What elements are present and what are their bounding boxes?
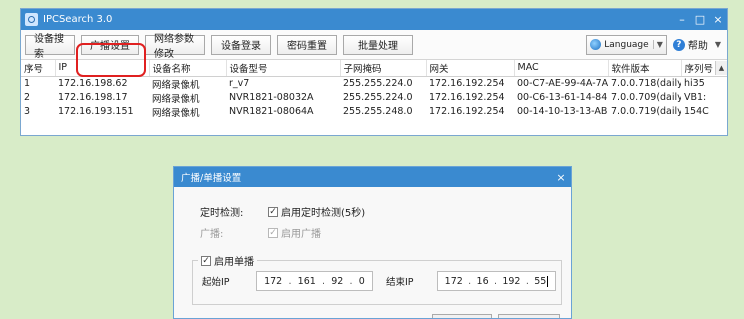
help-icon: ? xyxy=(672,38,685,51)
cell: 3 xyxy=(24,106,31,117)
table-row[interactable]: 3 172.16.193.151 网络录像机 NVR1821-08064A 25… xyxy=(21,105,727,119)
table-row[interactable]: 2 172.16.198.17 网络录像机 NVR1821-08032A 255… xyxy=(21,91,727,105)
window-title: IPCSearch 3.0 xyxy=(43,14,113,25)
chevron-down-icon: ▼ xyxy=(714,40,721,49)
cell: 网络录像机 xyxy=(152,107,200,119)
start-ip-octet-3: 92 xyxy=(331,275,344,287)
cell: 7.0.0.718(daily) xyxy=(611,78,681,89)
start-ip-octet-4: 0 xyxy=(358,275,365,287)
broadcast-label: 广播: xyxy=(200,229,224,240)
cell: NVR1821-08032A xyxy=(229,92,314,103)
device-login-button[interactable]: 设备登录 xyxy=(211,34,271,55)
start-ip-octet-1: 172 xyxy=(264,275,283,287)
start-ip-label: 起始IP xyxy=(202,277,230,288)
start-ip-field[interactable]: 172. 161. 92. 0 xyxy=(256,271,373,291)
column-header[interactable]: 设备型号 xyxy=(226,60,341,77)
dialog-close-button[interactable]: × xyxy=(551,171,571,184)
close-button[interactable]: × xyxy=(709,13,727,26)
table-header-row: 序号 IP 设备名称 设备型号 子网掩码 网关 MAC 软件版本 序列号 xyxy=(21,60,727,77)
toolbar: 设备搜索 广播设置 网络参数修改 设备登录 密码重置 批量处理 Language… xyxy=(21,30,727,60)
unicast-checkbox-label[interactable]: 启用单播 xyxy=(214,253,254,268)
end-ip-octet-3: 192 xyxy=(502,275,521,287)
help-label: 帮助 xyxy=(687,41,708,52)
column-header[interactable]: MAC xyxy=(514,60,609,77)
help-menu[interactable]: ? 帮助 ▼ xyxy=(672,37,721,52)
maximize-button[interactable]: □ xyxy=(691,13,709,26)
text-caret xyxy=(547,275,549,287)
cell: 1 xyxy=(24,78,31,89)
timer-label: 定时检测: xyxy=(200,208,244,219)
broadcast-checkbox-label: 启用广播 xyxy=(281,229,321,240)
cell: VB1: xyxy=(684,92,707,103)
cell: NVR1821-08064A xyxy=(229,106,314,117)
cell: r_v7 xyxy=(229,78,250,89)
cell: 255.255.224.0 xyxy=(343,78,413,89)
end-ip-octet-1: 172 xyxy=(444,275,463,287)
globe-icon xyxy=(590,39,602,50)
end-ip-field[interactable]: 172. 16. 192. 55 xyxy=(437,271,556,291)
cell: 7.0.0.719(daily) xyxy=(611,106,681,117)
cell: 2 xyxy=(24,92,31,103)
start-ip-octet-2: 161 xyxy=(297,275,316,287)
app-search-icon xyxy=(25,13,38,26)
cell: 网络录像机 xyxy=(152,79,200,91)
cell: 172.16.192.254 xyxy=(429,106,505,117)
cancel-button[interactable] xyxy=(498,314,560,318)
cell: 00-C7-AE-99-4A-7A xyxy=(517,78,608,89)
cell: 255.255.248.0 xyxy=(343,106,413,117)
unicast-legend[interactable]: ✓ 启用单播 xyxy=(198,253,257,268)
column-header[interactable]: IP xyxy=(55,60,150,77)
batch-process-button[interactable]: 批量处理 xyxy=(343,34,413,55)
dialog-title-bar: 广播/单播设置 × xyxy=(174,167,571,187)
column-header[interactable]: 设备名称 xyxy=(149,60,227,77)
cell: hi35 xyxy=(684,78,705,89)
cell: 172.16.192.254 xyxy=(429,92,505,103)
end-ip-label: 结束IP xyxy=(386,277,414,288)
cell: 172.16.193.151 xyxy=(58,106,134,117)
device-table: 序号 IP 设备名称 设备型号 子网掩码 网关 MAC 软件版本 序列号 1 1… xyxy=(21,60,727,119)
language-label: Language xyxy=(604,39,649,50)
ok-button[interactable] xyxy=(432,314,492,318)
broadcast-settings-button[interactable]: 广播设置 xyxy=(81,34,139,55)
cell: 网络录像机 xyxy=(152,93,200,105)
broadcast-dialog: 广播/单播设置 × 定时检测: ✓ 启用定时检测(5秒) 广播: ✓ 启用广播 … xyxy=(173,166,572,319)
timer-checkbox[interactable]: ✓ xyxy=(268,206,278,217)
scroll-up-arrow[interactable]: ▲ xyxy=(715,61,727,75)
cell: 255.255.224.0 xyxy=(343,92,413,103)
minimize-button[interactable]: – xyxy=(673,13,691,26)
title-bar: IPCSearch 3.0 – □ × xyxy=(21,9,727,30)
column-header[interactable]: 软件版本 xyxy=(608,60,682,77)
timer-checkbox-label[interactable]: 启用定时检测(5秒) xyxy=(281,204,365,219)
column-header[interactable]: 子网掩码 xyxy=(340,60,427,77)
unicast-checkbox[interactable]: ✓ xyxy=(201,255,211,266)
password-reset-button[interactable]: 密码重置 xyxy=(277,34,337,55)
column-header[interactable]: 序号 xyxy=(21,60,56,77)
language-select[interactable]: Language ▼ xyxy=(586,34,667,55)
chevron-down-icon: ▼ xyxy=(652,40,663,49)
cell: 172.16.192.254 xyxy=(429,78,505,89)
column-header[interactable]: 网关 xyxy=(426,60,515,77)
cell: 172.16.198.17 xyxy=(58,92,128,103)
cell: 154C xyxy=(684,106,709,117)
cell: 172.16.198.62 xyxy=(58,78,128,89)
network-params-button[interactable]: 网络参数修改 xyxy=(145,34,205,60)
main-window: IPCSearch 3.0 – □ × 设备搜索 广播设置 网络参数修改 设备登… xyxy=(20,8,728,136)
cell: 7.0.0.709(daily) xyxy=(611,92,681,103)
broadcast-checkbox: ✓ xyxy=(268,227,278,238)
table-row[interactable]: 1 172.16.198.62 网络录像机 r_v7 255.255.224.0… xyxy=(21,76,727,91)
dialog-title: 广播/单播设置 xyxy=(181,173,242,184)
cell: 00-C6-13-61-14-84 xyxy=(517,92,608,103)
cell: 00-14-10-13-13-AB xyxy=(517,106,608,117)
device-search-button[interactable]: 设备搜索 xyxy=(25,34,75,60)
end-ip-octet-2: 16 xyxy=(476,275,489,287)
end-ip-octet-4: 55 xyxy=(534,275,547,287)
